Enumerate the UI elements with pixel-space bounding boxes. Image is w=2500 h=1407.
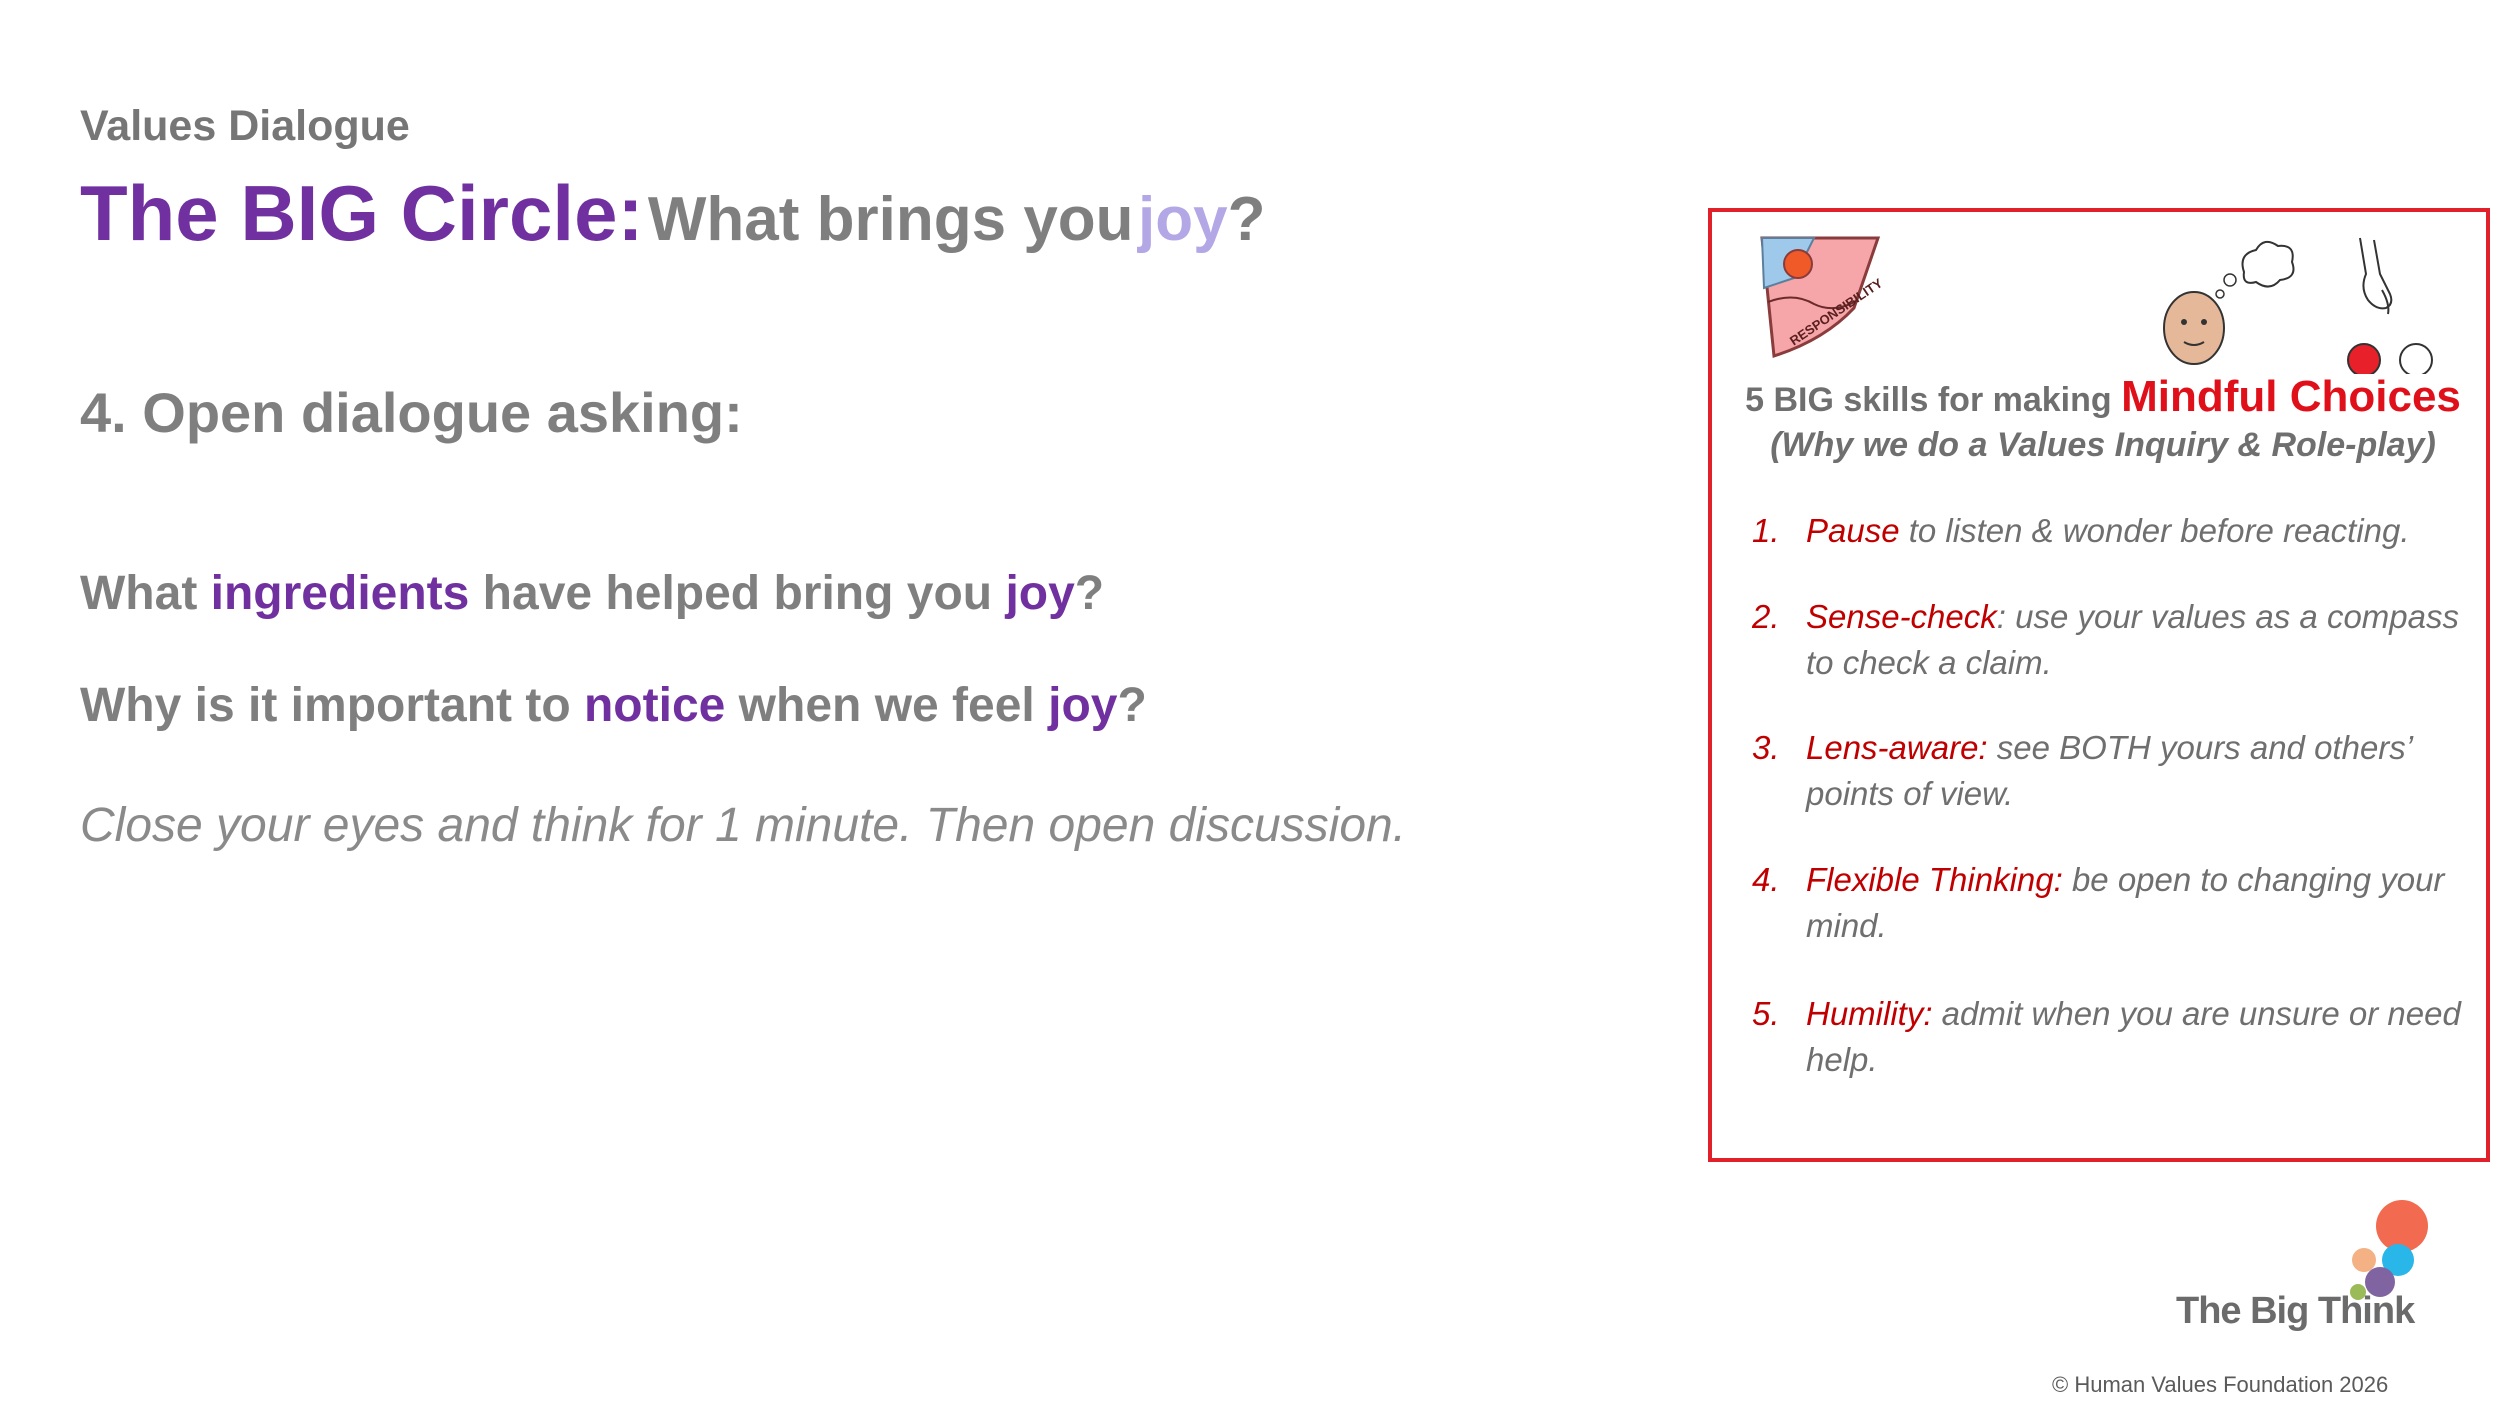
q2-part: when we feel [725, 679, 1049, 732]
panel-heading-lead: 5 BIG skills for making [1745, 381, 2122, 419]
q1-part: What [80, 567, 211, 620]
title-sub: What brings you [647, 185, 1134, 254]
instruction-text: Close your eyes and think for 1 minute. … [80, 799, 1407, 852]
title-joy: joy [1138, 185, 1228, 254]
skill-number: 4. [1752, 861, 1780, 898]
copyright-text: © Human Values Foundation 2026 [2052, 1372, 2389, 1397]
skill-key: Pause [1806, 512, 1900, 549]
skill-key: Humility: [1806, 995, 1933, 1032]
question-ingredients: What ingredients have helped bring you j… [80, 566, 1104, 621]
panel-subheading: (Why we do a Values Inquiry & Role-play) [1770, 426, 2436, 464]
skill-number: 2. [1752, 598, 1780, 635]
page-title: The BIG Circle: What brings you joy? [80, 168, 1265, 259]
skill-key: Flexible Thinking: [1806, 861, 2063, 898]
question-notice: Why is it important to notice when we fe… [80, 678, 1147, 733]
panel-heading: 5 BIG skills for making Mindful Choices [1712, 372, 2494, 422]
title-main: The BIG Circle: [80, 169, 644, 257]
skill-text: to listen & wonder before reacting. [1899, 512, 2410, 549]
skill-number: 5. [1752, 995, 1780, 1032]
q2-highlight-joy: joy [1048, 679, 1118, 732]
hand-choice-icon [2347, 237, 2433, 374]
q2-part: Why is it important to [80, 679, 584, 732]
section-kicker: Values Dialogue [80, 102, 410, 150]
responsibility-badge-icon: RESPONSIBILITY [1760, 236, 1885, 358]
step-heading: 4. Open dialogue asking: [80, 381, 743, 444]
thinking-head-icon [2163, 240, 2295, 365]
q1-part: have helped bring you [469, 567, 1006, 620]
skill-number: 1. [1752, 512, 1780, 549]
skills-panel: RESPONSIBILITY 5 BIG skills for making M… [1708, 208, 2490, 1162]
q2-part: ? [1117, 679, 1147, 732]
panel-heading-highlight: Mindful Choices [2121, 372, 2461, 421]
q1-part: ? [1074, 567, 1105, 620]
q1-highlight: ingredients [210, 567, 470, 620]
skill-key: Sense-check [1806, 598, 1997, 635]
q2-highlight: notice [583, 679, 726, 732]
brand-name: The Big Think [2176, 1290, 2415, 1332]
q1-highlight-joy: joy [1005, 567, 1075, 620]
skill-key: Lens-aware: [1806, 729, 1988, 766]
title-question-mark: ? [1227, 185, 1266, 254]
skill-number: 3. [1752, 729, 1780, 766]
